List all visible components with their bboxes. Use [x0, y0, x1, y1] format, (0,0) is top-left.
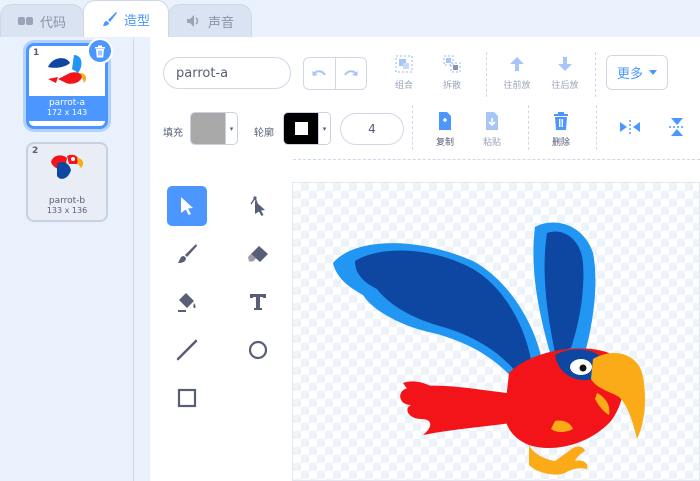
backward-label: 往后放	[551, 81, 579, 91]
costume-name: parrot-a	[48, 98, 86, 108]
toolbar-divider	[528, 105, 529, 150]
costume-size: 133 x 136	[46, 206, 88, 215]
ungroup-label: 拆散	[442, 81, 461, 91]
fill-color-picker[interactable]: ▾	[190, 112, 238, 145]
forward-label: 往前放	[503, 81, 531, 91]
fill-color-swatch	[191, 113, 225, 144]
redo-icon	[343, 69, 358, 76]
trash-icon	[554, 112, 568, 130]
delete-label: 删除	[551, 138, 570, 148]
more-label: 更多	[616, 67, 643, 82]
circle-tool[interactable]	[238, 330, 278, 370]
select-tool[interactable]	[167, 186, 207, 226]
costume-name-input[interactable]: parrot-a	[163, 57, 291, 89]
toolbar-divider	[293, 159, 700, 160]
tab-sounds-label: 声音	[207, 15, 234, 31]
parrot-illustration	[333, 222, 645, 475]
arrow-cursor-icon	[181, 197, 193, 215]
paste-icon	[486, 112, 498, 130]
text-tool[interactable]	[238, 282, 278, 322]
backward-button[interactable]: 往后放	[545, 54, 585, 91]
costume-size: 172 x 143	[46, 108, 88, 117]
copy-icon	[439, 112, 451, 130]
circle-icon	[248, 340, 268, 360]
costume-name: parrot-b	[48, 196, 86, 206]
fill-tool[interactable]	[167, 282, 207, 322]
flip-vertical-button[interactable]	[657, 117, 697, 137]
eraser-icon	[248, 246, 268, 262]
toolbar-divider	[595, 52, 596, 97]
group-button[interactable]: 组合	[384, 54, 424, 91]
more-button[interactable]: 更多	[606, 55, 668, 90]
reshape-cursor-icon	[250, 196, 265, 216]
text-icon	[250, 294, 266, 310]
arrow-up-icon	[510, 57, 524, 71]
tab-costumes-label: 造型	[123, 13, 150, 29]
fill-label: 填充	[163, 128, 183, 139]
toolbar-divider	[412, 105, 413, 150]
group-label: 组合	[394, 81, 413, 91]
flip-horizontal-icon	[620, 120, 640, 134]
copy-label: 复制	[435, 138, 454, 148]
costume-number: 1	[33, 48, 40, 58]
paintbrush-icon	[102, 12, 117, 26]
paste-label: 粘贴	[482, 138, 501, 148]
editor-tabs: 代码 造型 声音	[0, 0, 700, 37]
outline-color-swatch	[284, 113, 318, 144]
ungroup-button[interactable]: 拆散	[432, 54, 472, 91]
paint-canvas[interactable]	[292, 182, 700, 481]
toolbar-divider	[596, 105, 597, 150]
outline-label: 轮廓	[254, 128, 274, 139]
eraser-tool[interactable]	[238, 234, 278, 274]
delete-costume-button[interactable]	[87, 38, 113, 64]
ungroup-icon	[443, 55, 461, 73]
costume-number: 2	[32, 146, 39, 156]
flip-horizontal-button[interactable]	[610, 119, 650, 135]
caret-down-icon	[649, 69, 657, 75]
delete-button[interactable]: 删除	[541, 111, 581, 148]
tab-code[interactable]: 代码	[0, 4, 84, 37]
costume-list: 1 parrot-a 172 x 143 2 parrot-b 133 x 13…	[0, 37, 134, 481]
costume-item-parrot-b[interactable]: 2 parrot-b 133 x 136	[26, 142, 108, 222]
redo-button[interactable]	[336, 58, 367, 89]
copy-button[interactable]: 复制	[425, 111, 465, 148]
flip-vertical-icon	[669, 118, 685, 136]
speaker-icon	[186, 15, 199, 27]
brush-tool[interactable]	[167, 234, 207, 274]
tab-code-label: 代码	[39, 15, 66, 31]
tab-costumes[interactable]: 造型	[83, 0, 169, 37]
undo-icon	[312, 69, 327, 76]
paint-editor: parrot-a 组合 拆散 往前放 往后放 更多 填充 ▾ 轮廓 ▾ 4 复制…	[150, 37, 700, 481]
rectangle-icon	[177, 388, 197, 408]
reshape-tool[interactable]	[238, 186, 278, 226]
paste-button[interactable]: 粘贴	[472, 111, 512, 148]
group-icon	[395, 55, 413, 73]
code-icon	[17, 17, 33, 25]
outline-color-picker[interactable]: ▾	[283, 112, 331, 145]
rectangle-tool[interactable]	[167, 378, 207, 418]
parrot-thumbnail-icon	[48, 55, 87, 84]
undo-redo-group	[303, 57, 367, 90]
tab-sounds[interactable]: 声音	[168, 4, 252, 37]
outline-width-input[interactable]: 4	[340, 113, 404, 145]
line-icon	[176, 339, 198, 361]
forward-button[interactable]: 往前放	[497, 54, 537, 91]
parrot-thumbnail-icon	[51, 154, 84, 179]
caret-down-icon: ▾	[225, 113, 237, 144]
brush-icon	[178, 244, 197, 263]
caret-down-icon: ▾	[318, 113, 330, 144]
costume-thumbnail	[28, 144, 106, 194]
toolbar-divider	[486, 52, 487, 97]
trash-icon	[95, 45, 105, 57]
undo-button[interactable]	[304, 58, 336, 89]
paint-bucket-icon	[178, 293, 196, 312]
arrow-down-icon	[558, 57, 572, 71]
line-tool[interactable]	[167, 330, 207, 370]
